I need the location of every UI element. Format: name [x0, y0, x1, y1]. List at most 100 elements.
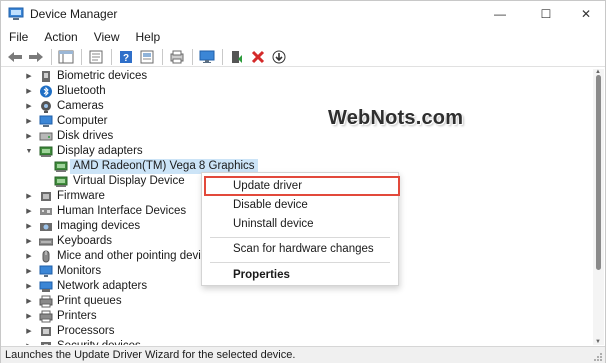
- status-text: Launches the Update Driver Wizard for th…: [5, 349, 296, 361]
- toolbar-separator: [51, 48, 52, 65]
- menu-scan-hardware[interactable]: Scan for hardware changes: [202, 240, 398, 259]
- tree-row-label: Firmware: [57, 190, 105, 202]
- camera-icon: [41, 101, 51, 113]
- chevron-right-icon[interactable]: ▶: [24, 219, 34, 234]
- processor-icon: [41, 327, 51, 336]
- hid-icon: [40, 208, 52, 215]
- menu-separator: [210, 262, 390, 263]
- display-adapter-icon: [54, 161, 68, 172]
- tree-row[interactable]: ▶ Print queues: [2, 294, 592, 309]
- menu-update-driver[interactable]: Update driver: [202, 177, 398, 196]
- resize-grip-icon[interactable]: [593, 352, 603, 362]
- status-bar: Launches the Update Driver Wizard for th…: [1, 346, 605, 363]
- device-manager-app-icon: [8, 7, 24, 20]
- menu-help[interactable]: Help: [128, 28, 169, 47]
- menu-uninstall-device[interactable]: Uninstall device: [202, 215, 398, 234]
- chevron-right-icon[interactable]: ▶: [24, 99, 34, 114]
- close-button[interactable]: ✕: [563, 1, 606, 27]
- vertical-scrollbar[interactable]: ▲ ▼: [593, 69, 604, 345]
- forward-button[interactable]: [27, 48, 45, 66]
- mouse-icon: [42, 250, 50, 263]
- chevron-right-icon[interactable]: ▶: [24, 294, 34, 309]
- tree-row[interactable]: ▶ Security devices: [2, 339, 592, 345]
- menu-action[interactable]: Action: [36, 28, 85, 47]
- chevron-right-icon[interactable]: ▶: [24, 279, 34, 294]
- monitor-button[interactable]: [198, 48, 216, 66]
- tree-row[interactable]: ▶ Bluetooth: [2, 84, 592, 99]
- tree-row-label: Virtual Display Device: [73, 175, 185, 187]
- tree-row[interactable]: ▼ Display adapters: [2, 144, 592, 159]
- watermark: WebNots.com: [328, 107, 464, 129]
- tree-row[interactable]: ▶ Disk drives: [2, 129, 592, 144]
- display-adapter-icon: [39, 146, 53, 157]
- tree-row[interactable]: ▶ Biometric devices: [2, 69, 592, 84]
- tree-row-label: Imaging devices: [57, 220, 141, 232]
- chevron-right-icon[interactable]: ▶: [24, 234, 34, 249]
- chevron-right-icon[interactable]: ▶: [24, 189, 34, 204]
- menu-view[interactable]: View: [86, 28, 128, 47]
- context-menu: Update driver Disable device Uninstall d…: [201, 172, 400, 286]
- chevron-down-icon[interactable]: ▼: [24, 144, 34, 159]
- scan-hardware-button[interactable]: [168, 48, 186, 66]
- chevron-right-icon[interactable]: ▶: [24, 249, 34, 264]
- chevron-right-icon[interactable]: ▶: [24, 309, 34, 324]
- tree-row-label: Processors: [57, 325, 115, 337]
- scrollbar-thumb[interactable]: [596, 75, 601, 270]
- monitor-icon: [39, 265, 53, 277]
- enable-device-button[interactable]: [228, 48, 246, 66]
- download-button[interactable]: [270, 48, 288, 66]
- update-driver-icon: [140, 50, 154, 63]
- chevron-right-icon[interactable]: ▶: [24, 264, 34, 279]
- menu-bar: File Action View Help: [1, 28, 605, 47]
- tree-row[interactable]: ▶ Printers: [2, 309, 592, 324]
- back-button[interactable]: [6, 48, 24, 66]
- tree-row-label: Disk drives: [57, 130, 114, 142]
- tree-row[interactable]: ▶ Computer: [2, 114, 592, 129]
- biometric-icon: [42, 71, 50, 82]
- computer-icon: [39, 115, 53, 127]
- toolbar: ?: [1, 47, 605, 67]
- window-title: Device Manager: [30, 7, 118, 21]
- help-button[interactable]: ?: [117, 48, 135, 66]
- tree-row-label: Monitors: [57, 265, 102, 277]
- chevron-right-icon[interactable]: ▶: [24, 84, 34, 99]
- tree-row-label: Print queues: [57, 295, 122, 307]
- printer-icon: [39, 310, 53, 323]
- disk-icon: [39, 132, 53, 141]
- tree-row-label: Biometric devices: [57, 70, 148, 82]
- chevron-right-icon[interactable]: ▶: [24, 114, 34, 129]
- menu-properties[interactable]: Properties: [202, 266, 398, 285]
- toolbar-separator: [222, 48, 223, 65]
- tree-row[interactable]: ▶ Cameras: [2, 99, 592, 114]
- menu-file[interactable]: File: [1, 28, 36, 47]
- tree-row-label: Mice and other pointing devices: [57, 250, 219, 262]
- chevron-right-icon[interactable]: ▶: [24, 69, 34, 84]
- forward-arrow-icon: [29, 51, 43, 62]
- minimize-button[interactable]: —: [477, 1, 523, 27]
- uninstall-button[interactable]: [249, 48, 267, 66]
- keyboard-icon: [39, 238, 53, 246]
- chevron-right-icon[interactable]: ▶: [24, 129, 34, 144]
- console-tree-button[interactable]: [57, 48, 75, 66]
- tree-row-label: Security devices: [57, 339, 141, 345]
- chevron-right-icon[interactable]: ▶: [24, 339, 34, 345]
- tree-row-label: Printers: [57, 310, 97, 322]
- properties-button[interactable]: [87, 48, 105, 66]
- display-adapter-icon: [54, 176, 68, 187]
- chevron-right-icon[interactable]: ▶: [24, 324, 34, 339]
- scan-hardware-icon: [170, 50, 184, 63]
- update-driver-button[interactable]: [138, 48, 156, 66]
- menu-disable-device[interactable]: Disable device: [202, 196, 398, 215]
- download-icon: [272, 50, 286, 63]
- printer-icon: [39, 295, 53, 308]
- back-arrow-icon: [8, 51, 22, 62]
- toolbar-separator: [162, 48, 163, 65]
- tree-row-label: Keyboards: [57, 235, 112, 247]
- chevron-right-icon[interactable]: ▶: [24, 204, 34, 219]
- toolbar-separator: [81, 48, 82, 65]
- enable-device-icon: [232, 50, 242, 63]
- network-icon: [39, 281, 53, 292]
- tree-row[interactable]: ▶ Processors: [2, 324, 592, 339]
- scroll-down-icon[interactable]: ▼: [595, 339, 601, 345]
- menu-separator: [210, 237, 390, 238]
